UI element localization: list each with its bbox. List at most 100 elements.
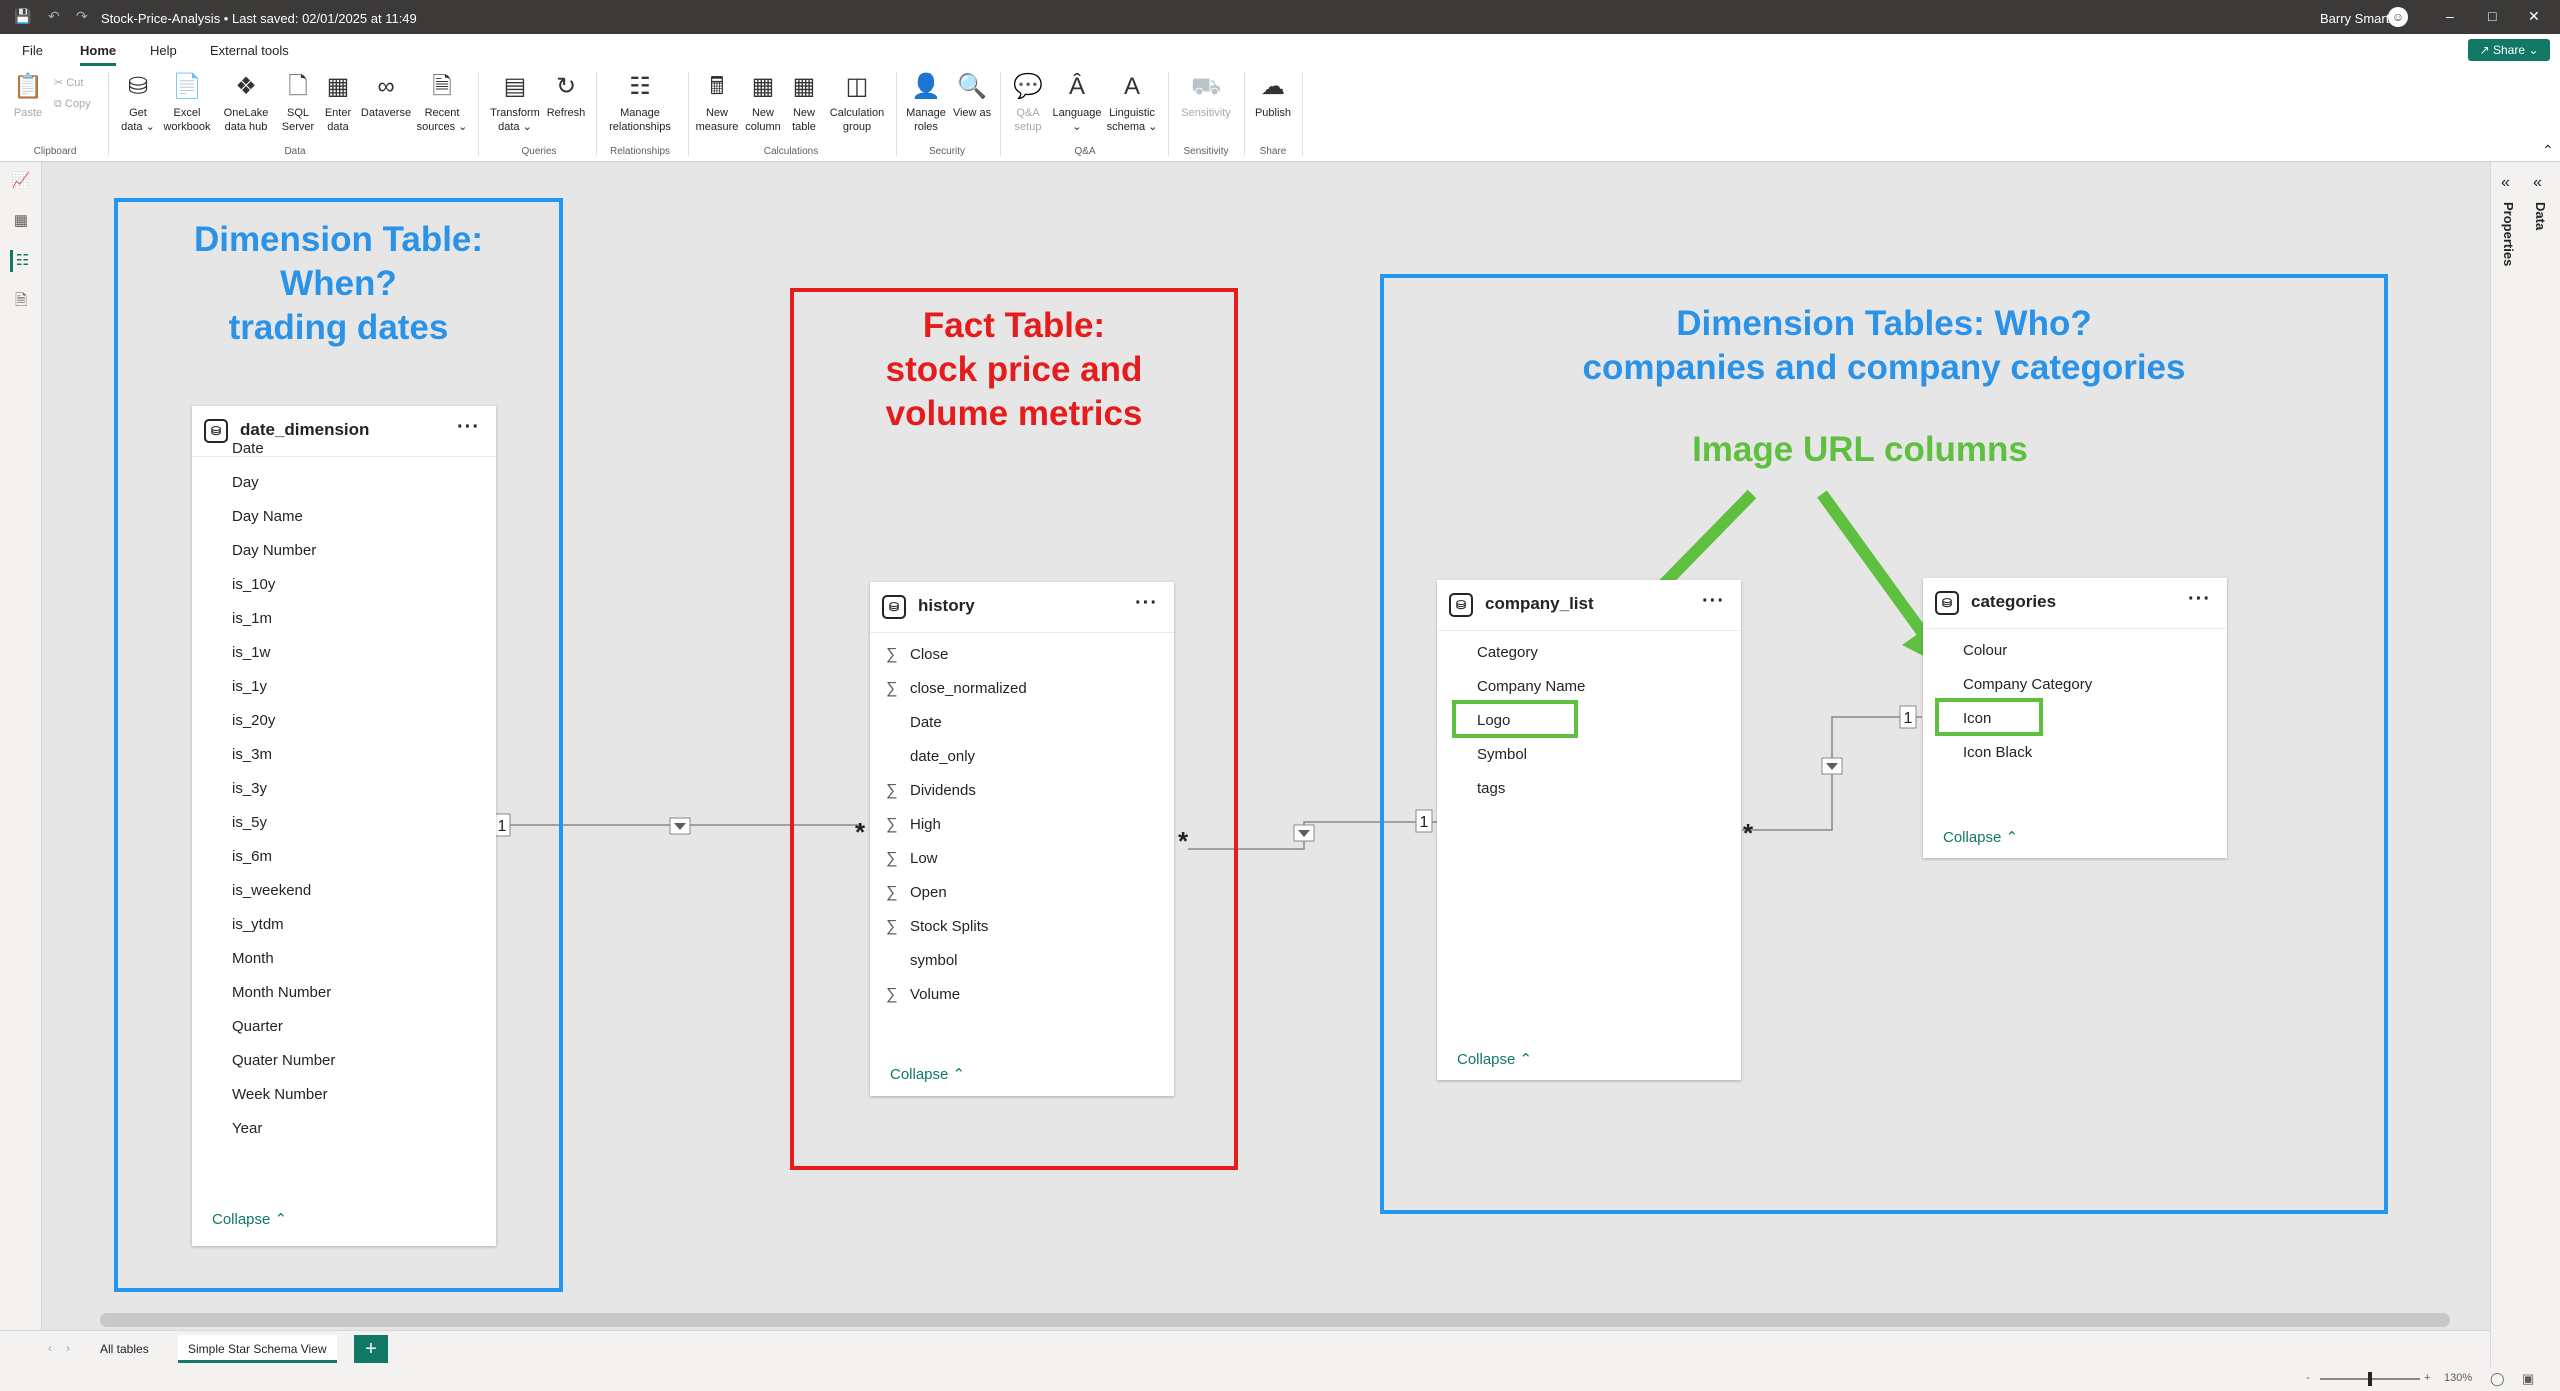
data-pane-label[interactable]: Data [2533,202,2548,230]
column-row[interactable]: is_10y [192,574,496,596]
table-card-history[interactable]: ⛁ history ··· ∑ Close ∑ close_normalized Dat… [870,582,1174,1096]
manage-roles-button[interactable]: 👤 Manage roles [902,72,950,134]
collapse-ribbon-icon[interactable]: ⌃ [2542,142,2554,159]
column-row[interactable]: Day Name [192,506,496,528]
column-row[interactable]: Colour [1923,640,2227,662]
more-options-icon[interactable]: ··· [2188,588,2211,611]
collapse-button[interactable]: Collapse ⌃ [1943,828,2018,846]
manage-relationships-button[interactable]: ☷ Manage relationships [604,72,676,134]
model-canvas[interactable]: 1 * * 1 * 1 Dimension Table: When? tradi… [42,162,2490,1312]
column-row[interactable]: is_1y [192,676,496,698]
document-title[interactable]: Stock-Price-Analysis • Last saved: 02/01… [101,11,417,26]
zoom-in-icon[interactable]: + [2424,1372,2430,1384]
dax-query-view-icon[interactable]: 🗎 [10,290,32,312]
expand-data-icon[interactable]: « [2533,174,2542,192]
properties-pane-label[interactable]: Properties [2501,202,2516,266]
table-view-icon[interactable]: ▦ [10,210,32,232]
copy-button[interactable]: ⧉ Copy [54,98,91,111]
column-row[interactable]: Date [870,712,1174,734]
tab-help[interactable]: Help [150,43,177,58]
column-row[interactable]: Company Name [1437,676,1741,698]
table-header[interactable]: ⛁ company_list ··· [1437,580,1741,630]
get-data-button[interactable]: ⛁ Get data ⌄ [118,72,158,134]
new-measure-button[interactable]: 🖩 New measure [694,72,740,134]
column-row[interactable]: symbol [870,950,1174,972]
enter-data-button[interactable]: ▦ Enter data [320,72,356,134]
tab-all-tables[interactable]: All tables [90,1335,159,1363]
column-row[interactable]: is_6m [192,846,496,868]
more-options-icon[interactable]: ··· [1702,590,1725,613]
table-header[interactable]: ⛁ categories ··· [1923,578,2227,628]
more-options-icon[interactable]: ··· [457,416,480,439]
transform-data-button[interactable]: ▤ Transform data ⌄ [486,72,544,134]
column-row[interactable]: Category [1437,642,1741,664]
reset-view-icon[interactable]: ◯ [2490,1371,2505,1387]
recent-sources-button[interactable]: 🗎 Recent sources ⌄ [414,72,470,134]
column-row[interactable]: Year [192,1118,496,1140]
zoom-out-icon[interactable]: - [2306,1372,2310,1384]
column-row[interactable]: is_ytdm [192,914,496,936]
tab-file[interactable]: File [22,43,43,58]
table-card-date-dimension[interactable]: ⛁ date_dimension ··· Date Day Day Name Day … [192,406,496,1246]
new-column-button[interactable]: ▦ New column [740,72,786,134]
qa-setup-button[interactable]: 💬 Q&A setup [1006,72,1050,134]
refresh-button[interactable]: ↻ Refresh [544,72,588,120]
tab-scroll-left-icon[interactable]: ‹ [48,1341,52,1355]
column-row[interactable]: is_20y [192,710,496,732]
cut-button[interactable]: ✂ Cut [54,76,83,89]
sql-server-button[interactable]: 🗋 SQL Server [278,72,318,134]
share-button[interactable]: ↗ Share ⌄ [2468,39,2550,61]
column-row[interactable]: Quater Number [192,1050,496,1072]
column-row[interactable]: is_weekend [192,880,496,902]
user-name[interactable]: Barry Smart [2320,11,2389,26]
tab-simple-star-schema-view[interactable]: Simple Star Schema View [178,1335,337,1363]
linguistic-schema-button[interactable]: A Linguistic schema ⌄ [1104,72,1160,134]
column-row[interactable]: Company Category [1923,674,2227,696]
column-row[interactable]: ∑ Low [870,848,1174,870]
add-layout-button[interactable]: + [354,1335,388,1363]
dataverse-button[interactable]: ∞ Dataverse [358,72,414,120]
column-row[interactable]: ∑ Open [870,882,1174,904]
column-row[interactable]: Icon Black [1923,742,2227,764]
zoom-slider-thumb[interactable] [2368,1372,2372,1386]
paste-button[interactable]: 📋 Paste [10,72,46,120]
language-button[interactable]: Â Language ⌄ [1050,72,1104,134]
redo-icon[interactable]: ↷ [76,8,88,25]
column-row[interactable]: is_3m [192,744,496,766]
calculation-group-button[interactable]: ◫ Calculation group [826,72,888,134]
column-row[interactable]: ∑ Dividends [870,780,1174,802]
column-row[interactable]: is_1m [192,608,496,630]
onelake-data-hub-button[interactable]: ❖ OneLake data hub [216,72,276,134]
column-row[interactable]: date_only [870,746,1174,768]
column-row[interactable]: Quarter [192,1016,496,1038]
publish-button[interactable]: ☁ Publish [1250,72,1296,120]
column-row[interactable]: ∑ Close [870,644,1174,666]
column-row[interactable]: Week Number [192,1084,496,1106]
tab-scroll-right-icon[interactable]: › [66,1341,70,1355]
column-row[interactable]: is_3y [192,778,496,800]
column-row[interactable]: Day Number [192,540,496,562]
tab-home[interactable]: Home [80,43,117,66]
expand-properties-icon[interactable]: « [2501,174,2510,192]
save-icon[interactable]: 💾 [14,8,31,25]
collapse-button[interactable]: Collapse ⌃ [890,1065,965,1083]
column-row[interactable]: is_5y [192,812,496,834]
column-row[interactable]: Date [192,438,496,460]
column-row[interactable]: ∑ Stock Splits [870,916,1174,938]
excel-workbook-button[interactable]: 📄 Excel workbook [160,72,214,134]
model-view-icon[interactable]: ☷ [10,250,32,272]
collapse-button[interactable]: Collapse ⌃ [212,1210,287,1228]
horizontal-scrollbar[interactable] [100,1313,2450,1327]
collapse-button[interactable]: Collapse ⌃ [1457,1050,1532,1068]
undo-icon[interactable]: ↶ [48,8,60,25]
maximize-icon[interactable]: □ [2488,8,2496,24]
report-view-icon[interactable]: 📈 [10,170,32,192]
new-table-button[interactable]: ▦ New table [784,72,824,134]
column-row[interactable]: Month Number [192,982,496,1004]
table-header[interactable]: ⛁ history ··· [870,582,1174,632]
column-row[interactable]: ∑ High [870,814,1174,836]
minimize-icon[interactable]: – [2446,8,2454,24]
view-as-button[interactable]: 🔍 View as [952,72,992,120]
avatar[interactable]: ☺ [2388,7,2408,27]
column-row[interactable]: Symbol [1437,744,1741,766]
